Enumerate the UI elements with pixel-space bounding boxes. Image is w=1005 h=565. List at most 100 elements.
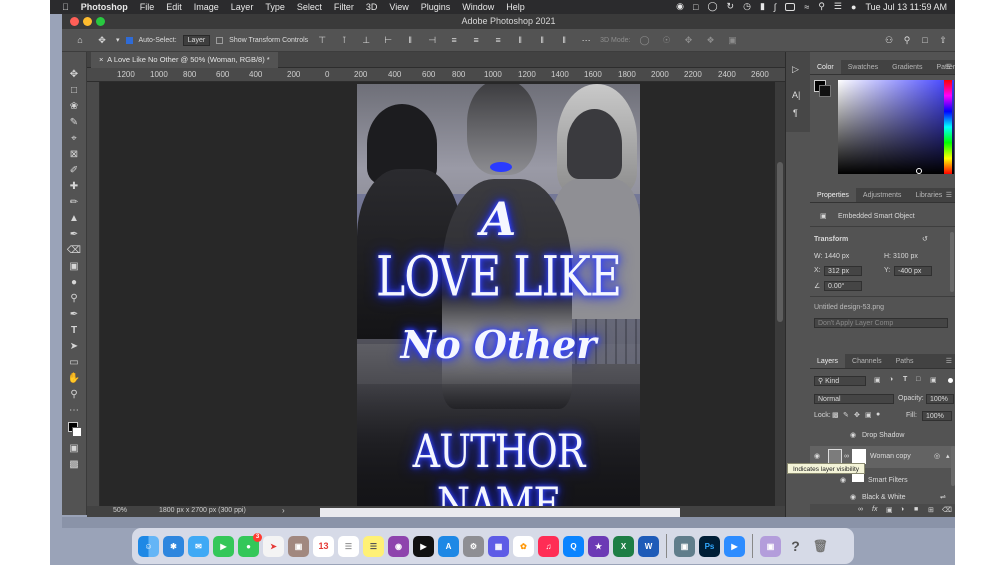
frame-tool-icon[interactable]: ⊠ xyxy=(66,148,82,162)
new-layer-icon[interactable]: ⊞ xyxy=(928,506,934,514)
status-menu-chevron-icon[interactable]: › xyxy=(282,506,285,515)
history-brush-tool-icon[interactable]: ✒ xyxy=(66,228,82,242)
blend-mode-dropdown[interactable]: Normal xyxy=(814,394,894,404)
hand-tool-icon[interactable]: ✋ xyxy=(66,372,82,386)
trash-icon[interactable]: 🗑 xyxy=(810,536,831,557)
new-adjustment-icon[interactable]: ◑ xyxy=(900,506,904,513)
launchpad-icon[interactable]: ▦ xyxy=(488,535,509,557)
color-picker-field[interactable] xyxy=(838,80,954,174)
help-icon[interactable]: ? xyxy=(785,536,806,557)
tv-icon[interactable]: ▶ xyxy=(413,535,434,557)
filter-smart-object-icon[interactable]: ▣ xyxy=(930,376,937,384)
blur-tool-icon[interactable]: ● xyxy=(66,276,82,290)
layer-comp-dropdown[interactable]: Don't Apply Layer Comp xyxy=(814,318,948,328)
quick-mask-icon[interactable]: ▣ xyxy=(66,442,82,456)
reset-transform-icon[interactable]: ↺ xyxy=(922,235,928,243)
layer-row-black-white[interactable]: ◉ Black & White ⇌ xyxy=(810,491,955,505)
align-hcenter-icon[interactable]: ‖ xyxy=(402,34,418,46)
canvas-area[interactable]: A LOVE LIKE No Other AUTHOR NAME xyxy=(100,82,775,506)
preview-icon[interactable]: ▣ xyxy=(674,535,695,557)
y-position-field[interactable]: -400 px xyxy=(894,266,932,276)
recent-document-icon[interactable]: ▣ xyxy=(760,535,781,557)
auto-select-dropdown[interactable]: Layer xyxy=(182,34,211,46)
history-panel-icon[interactable]: ▷ xyxy=(792,64,799,75)
distribute-top-icon[interactable]: ≡ xyxy=(446,34,462,46)
podcasts-icon[interactable]: ◉ xyxy=(388,535,409,557)
tab-adjustments[interactable]: Adjustments xyxy=(856,188,909,202)
layers-scrollbar[interactable] xyxy=(951,446,955,486)
sync-icon[interactable]: ↻ xyxy=(727,1,735,12)
auto-select-checkbox[interactable] xyxy=(125,36,133,44)
rectangle-tool-icon[interactable]: ▭ xyxy=(66,356,82,370)
control-center-icon[interactable]: ☰ xyxy=(834,1,842,12)
character-panel-icon[interactable]: A| xyxy=(792,90,800,100)
align-left-icon[interactable]: ⊢ xyxy=(380,34,396,46)
finder-icon[interactable]: ☺ xyxy=(138,535,159,557)
tab-paths[interactable]: Paths xyxy=(889,354,921,368)
spotlight-icon[interactable]: ⚲ xyxy=(818,1,825,12)
menu-image[interactable]: Image xyxy=(194,2,219,12)
zoom-app-icon[interactable]: ▶ xyxy=(724,535,745,557)
dodge-tool-icon[interactable]: ⚲ xyxy=(66,292,82,306)
distribute-vcenter-icon[interactable]: ≡ xyxy=(468,34,484,46)
screen-mode-icon[interactable]: ▩ xyxy=(66,458,82,472)
filter-toggle-icon[interactable] xyxy=(948,378,953,383)
record-icon[interactable]: ◉ xyxy=(676,1,684,12)
x-position-field[interactable]: 312 px xyxy=(824,266,862,276)
more-options-icon[interactable]: ⋯ xyxy=(578,34,594,46)
messages-icon[interactable]: ● 3 xyxy=(238,532,262,557)
filter-pixel-icon[interactable]: ▣ xyxy=(874,376,881,384)
menu-window[interactable]: Window xyxy=(462,2,494,12)
healing-brush-tool-icon[interactable]: ✚ xyxy=(66,180,82,194)
book-cover-canvas[interactable]: A LOVE LIKE No Other AUTHOR NAME xyxy=(357,84,640,506)
menu-type[interactable]: Type xyxy=(265,2,285,12)
layer-row-smart-filters[interactable]: ◉ Smart Filters xyxy=(810,470,955,488)
lock-pixels-icon[interactable]: ▩ xyxy=(832,411,839,419)
lock-all-icon[interactable]: ● xyxy=(876,411,880,418)
lock-artboard-icon[interactable]: ▣ xyxy=(865,411,872,419)
eye-icon[interactable]: ◉ xyxy=(850,429,856,443)
color-picker-handle[interactable] xyxy=(916,168,922,174)
panel-menu-icon[interactable]: ☰ xyxy=(946,357,952,365)
brush-tool-icon[interactable]: ✏ xyxy=(66,196,82,210)
tab-properties[interactable]: Properties xyxy=(810,188,856,202)
quicktime-icon[interactable]: Q xyxy=(563,535,584,557)
cc-icon[interactable]: ◯ xyxy=(707,1,717,12)
people-icon[interactable]: ⚇ xyxy=(881,34,897,46)
photoshop-dock-icon[interactable]: Ps xyxy=(699,535,720,557)
close-tab-icon[interactable]: × xyxy=(99,55,103,64)
move-tool-icon[interactable]: ✥ xyxy=(66,68,82,82)
system-preferences-icon[interactable]: ⚙ xyxy=(463,535,484,557)
photos-library-icon[interactable]: ▣ xyxy=(288,535,309,557)
chevron-down-icon[interactable]: ▾ xyxy=(116,36,120,44)
add-style-icon[interactable]: fx xyxy=(872,506,877,513)
share-icon[interactable]: ⇧ xyxy=(935,34,951,46)
lasso-tool-icon[interactable]: ❀ xyxy=(66,100,82,114)
word-icon[interactable]: W xyxy=(638,535,659,557)
marquee-tool-icon[interactable]: □ xyxy=(66,84,82,98)
menu-file[interactable]: File xyxy=(140,2,155,12)
type-tool-icon[interactable]: T xyxy=(66,324,82,338)
3d-roll-icon[interactable]: ☉ xyxy=(659,34,675,46)
panel-menu-icon[interactable]: ☰ xyxy=(946,191,952,199)
menu-3d[interactable]: 3D xyxy=(366,2,378,12)
layer-filter-kind-dropdown[interactable]: ⚲ Kind xyxy=(814,376,866,386)
collapse-effects-icon[interactable]: ▴ xyxy=(946,450,950,464)
eyedropper-tool-icon[interactable]: ✐ xyxy=(66,164,82,178)
align-right-icon[interactable]: ⊣ xyxy=(424,34,440,46)
home-icon[interactable]: ⌂ xyxy=(72,34,88,46)
document-tab[interactable]: × A Love Like No Other @ 50% (Woman, RGB… xyxy=(91,52,278,68)
menu-app-name[interactable]: Photoshop xyxy=(81,2,128,12)
tab-color[interactable]: Color xyxy=(810,60,841,74)
opacity-field[interactable]: 100% xyxy=(926,394,954,404)
tab-swatches[interactable]: Swatches xyxy=(841,60,885,74)
path-selection-tool-icon[interactable]: ➤ xyxy=(66,340,82,354)
link-layers-icon[interactable]: ∞ xyxy=(858,506,863,513)
close-window-button[interactable] xyxy=(70,17,79,26)
distribute-bottom-icon[interactable]: ≡ xyxy=(490,34,506,46)
imovie-icon[interactable]: ★ xyxy=(588,535,609,557)
canvas-vertical-scrollbar[interactable] xyxy=(775,82,785,506)
delete-layer-icon[interactable]: ⌫ xyxy=(942,506,952,514)
tab-libraries[interactable]: Libraries xyxy=(908,188,949,202)
tab-channels[interactable]: Channels xyxy=(845,354,889,368)
